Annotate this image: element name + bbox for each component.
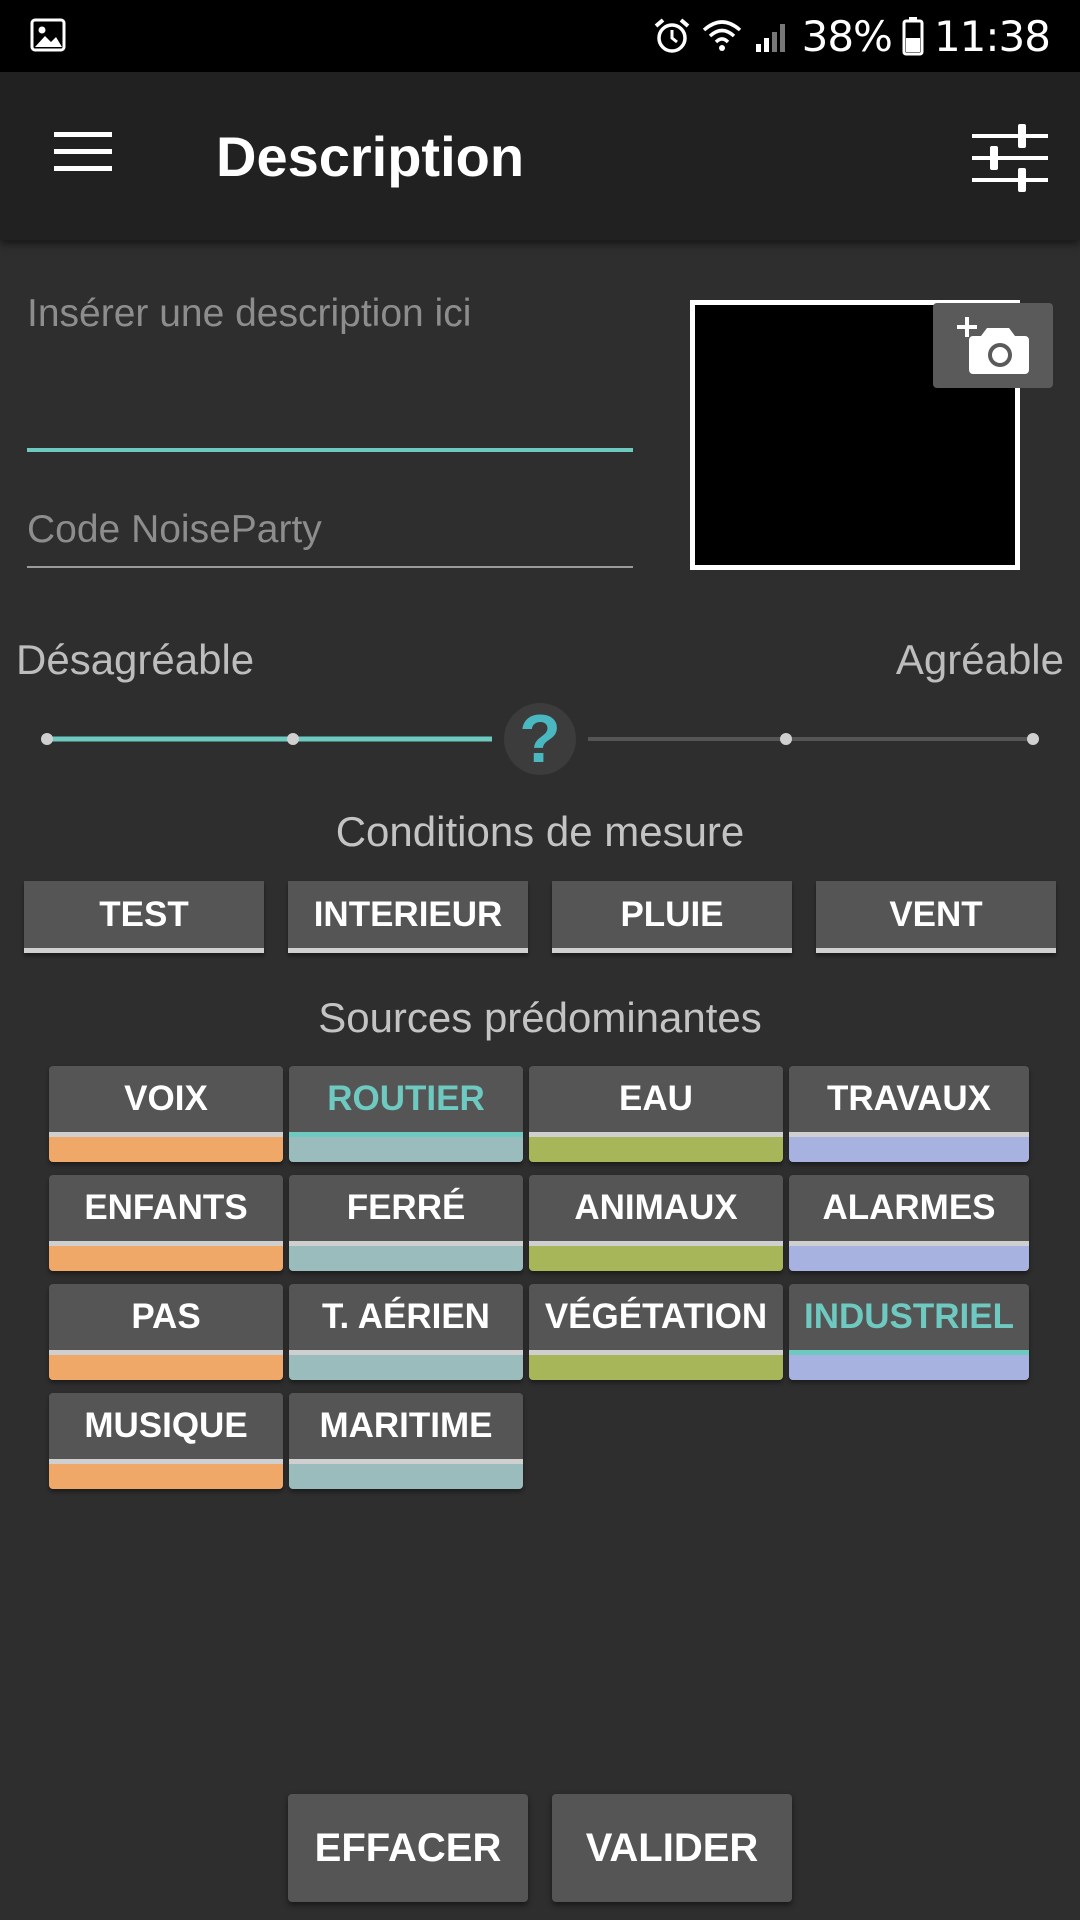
source-color-band xyxy=(789,1246,1029,1271)
source-button[interactable]: MARITIME xyxy=(289,1393,523,1489)
conditions-row: TEST INTERIEUR PLUIE VENT xyxy=(24,881,1056,953)
slider-label-pleasant: Agréable xyxy=(895,636,1064,683)
image-icon xyxy=(30,18,66,52)
code-noiseparty-input[interactable] xyxy=(27,508,633,552)
source-button[interactable]: VOIX xyxy=(49,1066,283,1162)
app-bar: Description xyxy=(0,72,1080,240)
description-input[interactable] xyxy=(27,292,633,336)
slider-thumb[interactable]: ? xyxy=(504,701,576,777)
source-label: ENFANTS xyxy=(84,1188,248,1227)
source-button[interactable]: FERRÉ xyxy=(289,1175,523,1271)
sources-grid: VOIX ROUTIER EAU TRAVAUX ENFANTS FERRÉ ANIMAUX… xyxy=(49,1066,1031,1489)
wifi-icon xyxy=(702,20,741,51)
source-label: PAS xyxy=(131,1297,201,1336)
source-button[interactable]: ALARMES xyxy=(789,1175,1029,1271)
source-color-band xyxy=(529,1246,783,1271)
source-color-band xyxy=(789,1355,1029,1380)
code-field[interactable] xyxy=(27,508,633,568)
source-color-band xyxy=(49,1246,283,1271)
battery-icon xyxy=(902,17,924,56)
condition-interieur-button[interactable]: INTERIEUR xyxy=(288,881,528,953)
condition-test-button[interactable]: TEST xyxy=(24,881,264,953)
source-label: VOIX xyxy=(124,1079,208,1118)
pleasantness-slider[interactable]: ? xyxy=(40,700,1040,780)
source-label: TRAVAUX xyxy=(827,1079,991,1118)
source-label: INDUSTRIEL xyxy=(804,1297,1014,1336)
slider-label-unpleasant: Désagréable xyxy=(16,636,255,683)
source-button[interactable]: ANIMAUX xyxy=(529,1175,783,1271)
source-button[interactable]: T. AÉRIEN xyxy=(289,1284,523,1380)
add-photo-icon xyxy=(957,316,1029,374)
source-color-band xyxy=(49,1355,283,1380)
conditions-title: Conditions de mesure xyxy=(335,808,745,855)
source-button[interactable]: INDUSTRIEL xyxy=(789,1284,1029,1380)
alarm-icon xyxy=(654,18,689,53)
source-button[interactable]: MUSIQUE xyxy=(49,1393,283,1489)
status-bar: 38% 11:38 xyxy=(0,0,1080,72)
source-button[interactable]: ENFANTS xyxy=(49,1175,283,1271)
source-color-band xyxy=(289,1355,523,1380)
source-color-band xyxy=(49,1464,283,1489)
clock: 11:38 xyxy=(933,11,1051,61)
source-label: ROUTIER xyxy=(327,1079,485,1118)
slider-value: ? xyxy=(519,701,561,777)
source-color-band xyxy=(289,1464,523,1489)
condition-pluie-button[interactable]: PLUIE xyxy=(552,881,792,953)
sources-title: Sources prédominantes xyxy=(318,994,762,1041)
source-label: MUSIQUE xyxy=(84,1406,248,1445)
sliders-icon[interactable] xyxy=(970,116,1050,196)
source-button[interactable]: ROUTIER xyxy=(289,1066,523,1162)
page-title: Description xyxy=(216,125,525,188)
source-color-band xyxy=(529,1137,783,1162)
signal-icon xyxy=(755,24,785,52)
source-color-band xyxy=(529,1355,783,1380)
source-label: MARITIME xyxy=(319,1406,493,1445)
source-label: T. AÉRIEN xyxy=(322,1297,490,1336)
source-label: EAU xyxy=(619,1079,693,1118)
battery-percent: 38% xyxy=(801,11,893,61)
source-button[interactable]: EAU xyxy=(529,1066,783,1162)
source-color-band xyxy=(289,1246,523,1271)
source-label: FERRÉ xyxy=(346,1188,466,1227)
source-label: VÉGÉTATION xyxy=(544,1297,768,1336)
source-color-band xyxy=(789,1137,1029,1162)
source-color-band xyxy=(289,1137,523,1162)
hamburger-menu-icon[interactable] xyxy=(46,122,116,182)
source-button[interactable]: TRAVAUX xyxy=(789,1066,1029,1162)
clear-button[interactable]: EFFACER xyxy=(288,1794,528,1902)
action-bar: EFFACER VALIDER xyxy=(288,1794,792,1902)
source-button[interactable]: PAS xyxy=(49,1284,283,1380)
condition-vent-button[interactable]: VENT xyxy=(816,881,1056,953)
source-color-band xyxy=(49,1137,283,1162)
source-button[interactable]: VÉGÉTATION xyxy=(529,1284,783,1380)
description-field[interactable] xyxy=(27,284,633,452)
validate-button[interactable]: VALIDER xyxy=(552,1794,792,1902)
source-label: ANIMAUX xyxy=(574,1188,738,1227)
source-label: ALARMES xyxy=(822,1188,996,1227)
add-photo-button[interactable] xyxy=(933,303,1053,388)
